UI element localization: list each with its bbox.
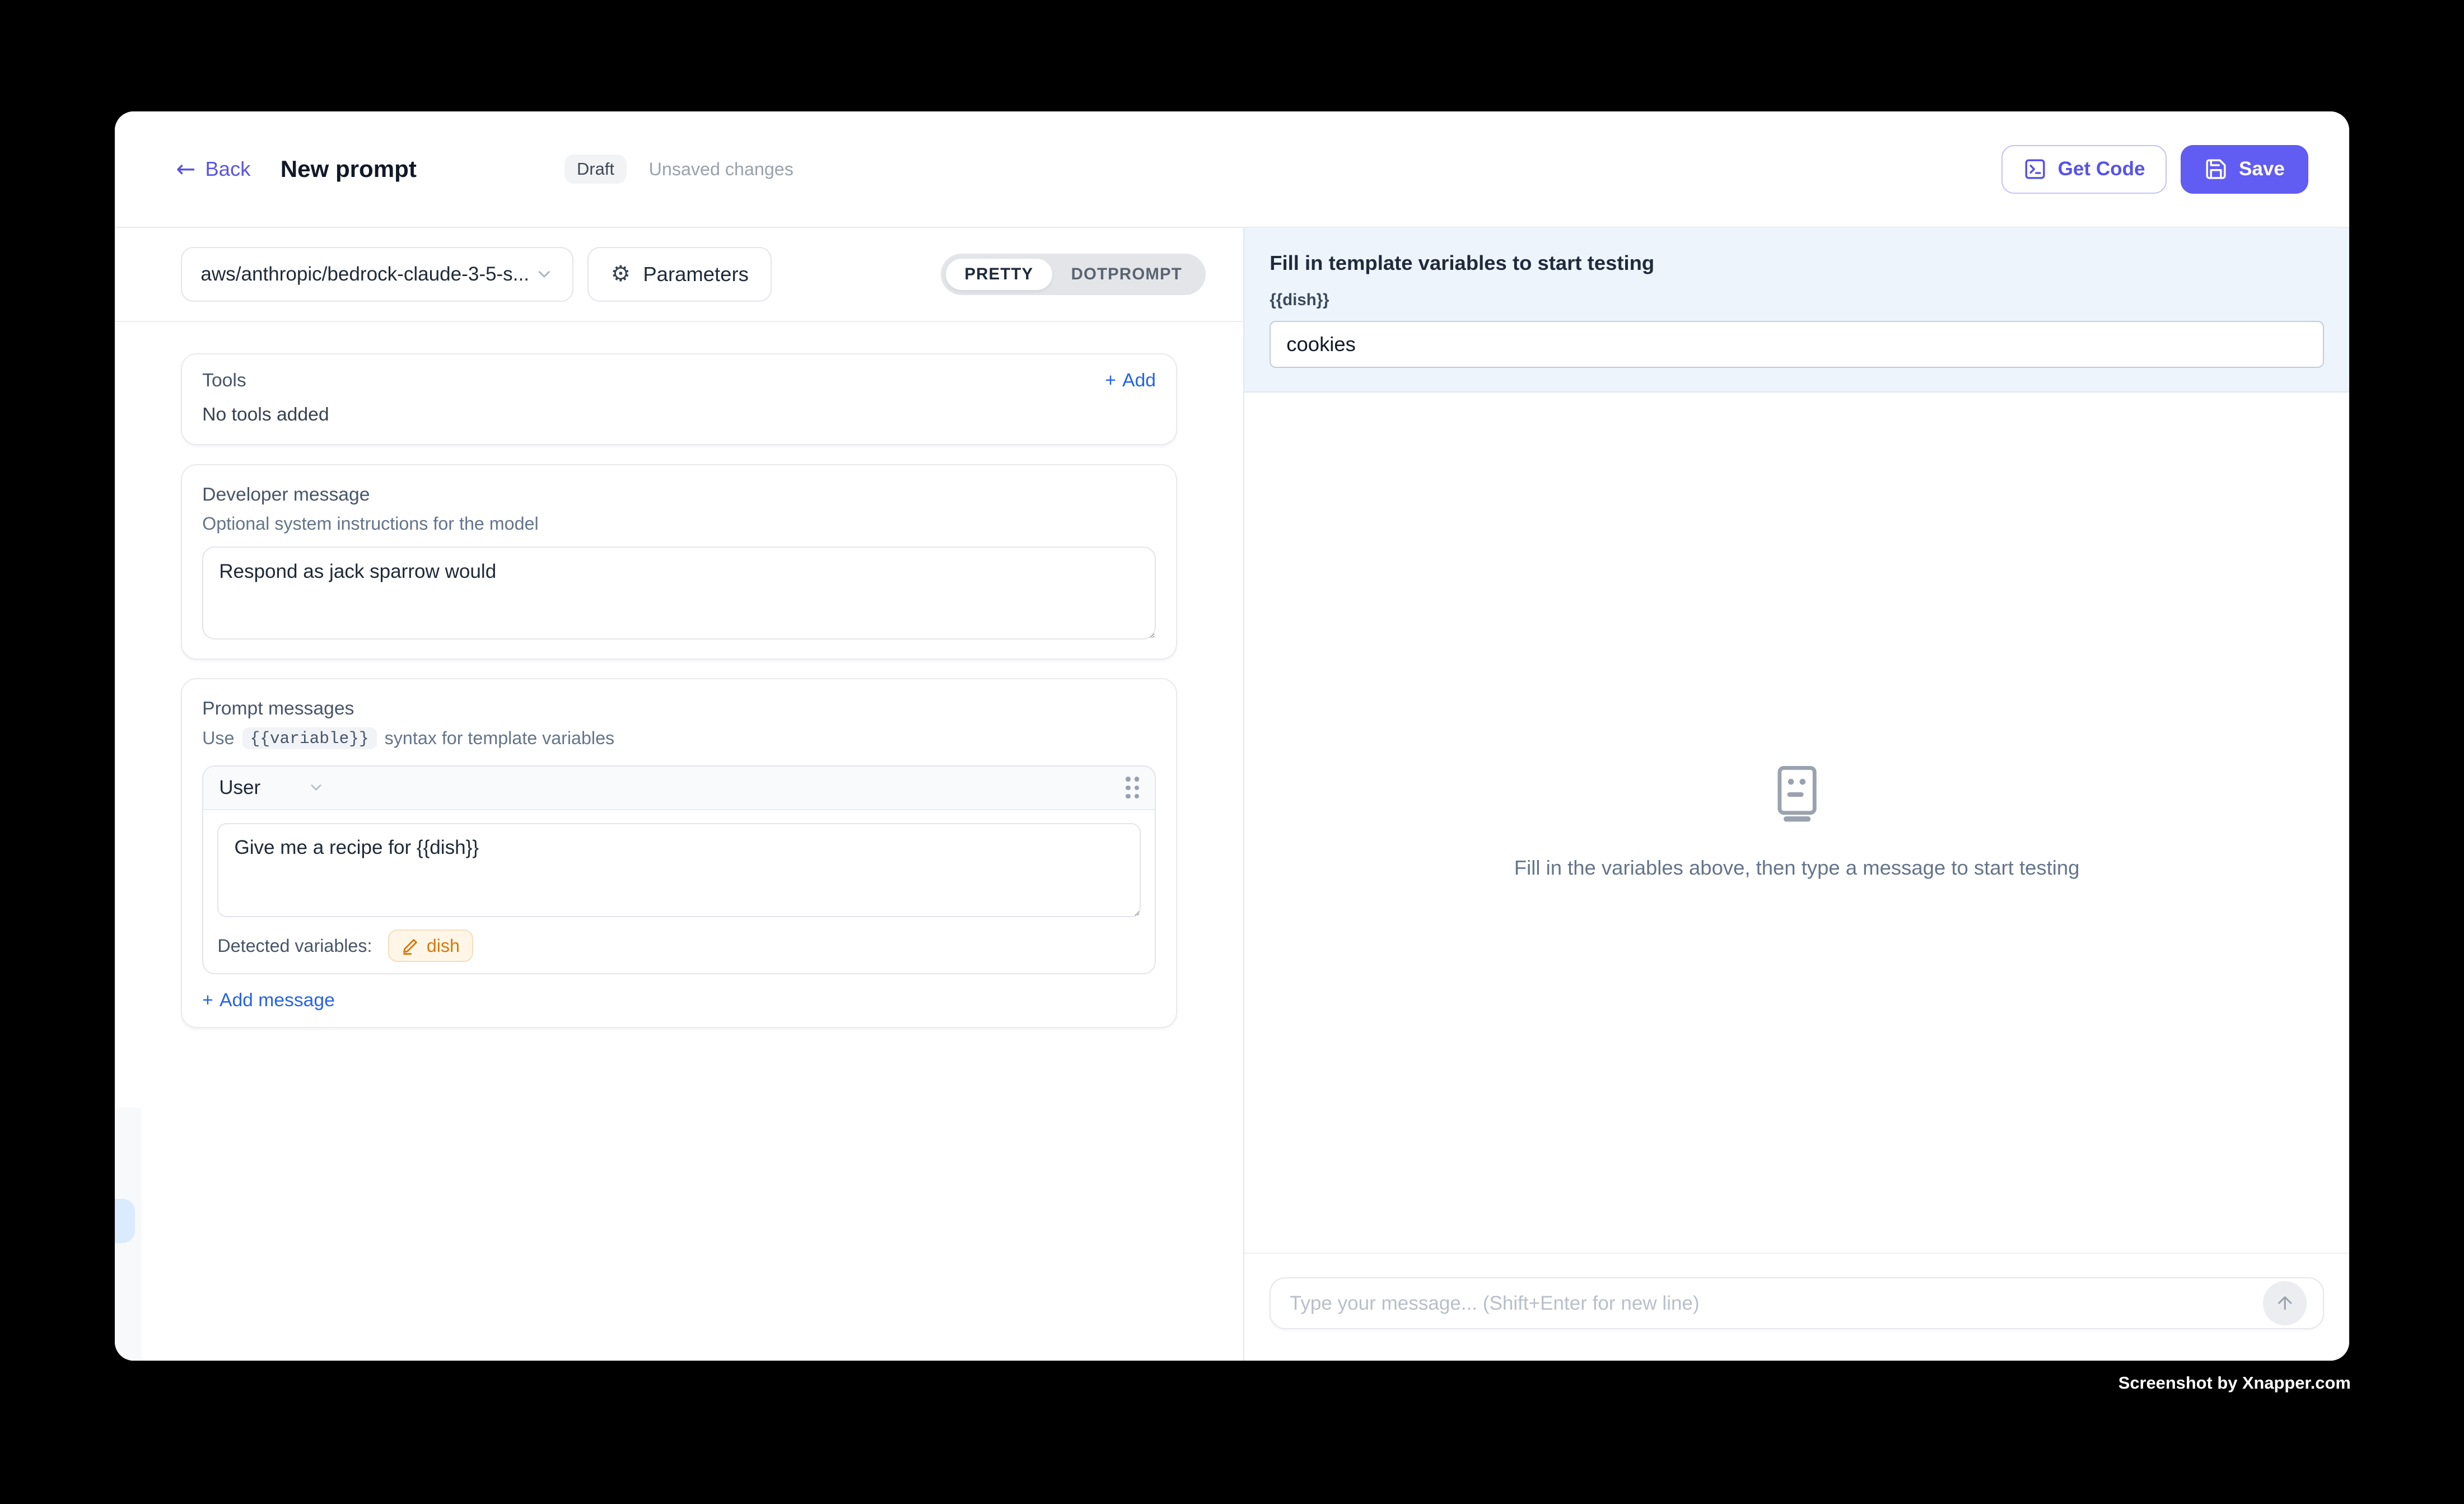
role-selector-value: User xyxy=(219,777,260,799)
header-actions: Get Code Save xyxy=(2001,145,2308,194)
developer-message-card: Developer message Optional system instru… xyxy=(181,464,1178,659)
tools-title: Tools xyxy=(202,370,246,391)
back-button[interactable]: ← Back xyxy=(176,157,250,181)
watermark: Screenshot by Xnapper.com xyxy=(2118,1373,2351,1393)
pencil-icon xyxy=(402,937,419,955)
bot-icon xyxy=(1774,765,1821,822)
prompt-editor-panel: aws/anthropic/bedrock-claude-3-5-s... ⚙ … xyxy=(115,228,1245,1361)
parameters-button[interactable]: ⚙ Parameters xyxy=(587,247,772,302)
variable-chip-label: dish xyxy=(427,936,460,956)
tools-empty-text: No tools added xyxy=(202,404,1156,426)
app-window: ← Back New prompt Draft Unsaved changes … xyxy=(115,111,2349,1361)
message-header: User xyxy=(203,767,1155,811)
add-tool-label: Add xyxy=(1122,370,1156,391)
parameters-label: Parameters xyxy=(643,263,749,286)
template-variables-title: Fill in template variables to start test… xyxy=(1270,251,2324,275)
drag-handle-icon[interactable] xyxy=(1126,777,1139,798)
save-label: Save xyxy=(2239,158,2285,180)
message-body: Detected variables: dish xyxy=(203,810,1155,973)
plus-icon: + xyxy=(202,990,213,1011)
screenshot-stage: ← Back New prompt Draft Unsaved changes … xyxy=(0,0,2464,1503)
back-arrow-icon: ← xyxy=(176,157,195,181)
variable-dish-input[interactable] xyxy=(1270,321,2324,368)
chevron-down-icon xyxy=(535,265,554,284)
empty-state-text: Fill in the variables above, then type a… xyxy=(1514,856,2080,880)
back-label: Back xyxy=(205,157,250,181)
developer-message-title: Developer message xyxy=(202,484,1156,506)
arrow-up-icon xyxy=(2275,1293,2295,1313)
add-message-label: Add message xyxy=(220,990,335,1011)
header: ← Back New prompt Draft Unsaved changes … xyxy=(115,111,2349,228)
detected-variables-row: Detected variables: dish xyxy=(217,930,1140,962)
sidebar-active-item[interactable] xyxy=(115,1199,135,1243)
save-icon xyxy=(2204,157,2228,181)
template-variables-section: Fill in template variables to start test… xyxy=(1244,228,2349,393)
tab-pretty[interactable]: PRETTY xyxy=(946,259,1052,290)
detected-variables-label: Detected variables: xyxy=(217,936,372,956)
subtitle-suffix: syntax for template variables xyxy=(385,728,614,749)
variable-chip-dish[interactable]: dish xyxy=(388,930,474,962)
tab-dotprompt[interactable]: DOTPROMPT xyxy=(1052,259,1201,290)
message-textarea[interactable] xyxy=(217,823,1140,917)
terminal-icon xyxy=(2023,157,2047,181)
prompt-messages-subtitle: Use {{variable}} syntax for template var… xyxy=(202,727,1156,750)
variable-dish-label: {{dish}} xyxy=(1270,291,2324,310)
unsaved-changes-note: Unsaved changes xyxy=(649,159,794,180)
chevron-down-icon xyxy=(307,779,325,796)
developer-message-subtitle: Optional system instructions for the mod… xyxy=(202,513,1156,534)
chat-empty-state: Fill in the variables above, then type a… xyxy=(1244,393,2349,1253)
send-button[interactable] xyxy=(2263,1281,2307,1325)
get-code-button[interactable]: Get Code xyxy=(2001,145,2167,194)
variable-syntax-chip: {{variable}} xyxy=(242,727,377,750)
message-block: User Detected variables: xyxy=(202,765,1156,974)
role-selector[interactable]: User xyxy=(219,777,325,799)
status-badge: Draft xyxy=(564,155,627,184)
add-message-button[interactable]: + Add message xyxy=(202,990,1156,1011)
tools-card: Tools + Add No tools added xyxy=(181,353,1178,445)
chat-message-input[interactable] xyxy=(1270,1277,2324,1329)
model-selector[interactable]: aws/anthropic/bedrock-claude-3-5-s... xyxy=(181,247,574,302)
chat-input-bar xyxy=(1244,1253,2349,1361)
subtitle-prefix: Use xyxy=(202,728,234,749)
prompt-messages-card: Prompt messages Use {{variable}} syntax … xyxy=(181,678,1178,1028)
gear-icon: ⚙ xyxy=(611,263,631,285)
editor-toolbar: aws/anthropic/bedrock-claude-3-5-s... ⚙ … xyxy=(115,228,1244,322)
model-selector-value: aws/anthropic/bedrock-claude-3-5-s... xyxy=(200,263,529,286)
plus-icon: + xyxy=(1105,370,1116,391)
editor-content: Tools + Add No tools added Developer mes… xyxy=(115,322,1244,1361)
developer-message-textarea[interactable] xyxy=(202,547,1156,639)
window-body: aws/anthropic/bedrock-claude-3-5-s... ⚙ … xyxy=(115,228,2349,1361)
get-code-label: Get Code xyxy=(2058,158,2145,180)
save-button[interactable]: Save xyxy=(2181,145,2308,194)
test-panel: Fill in template variables to start test… xyxy=(1244,228,2349,1361)
view-mode-toggle: PRETTY DOTPROMPT xyxy=(941,254,1206,295)
prompt-messages-title: Prompt messages xyxy=(202,698,1156,720)
page-title: New prompt xyxy=(281,156,417,183)
left-sidebar-strip xyxy=(115,1108,142,1361)
add-tool-button[interactable]: + Add xyxy=(1105,370,1156,391)
